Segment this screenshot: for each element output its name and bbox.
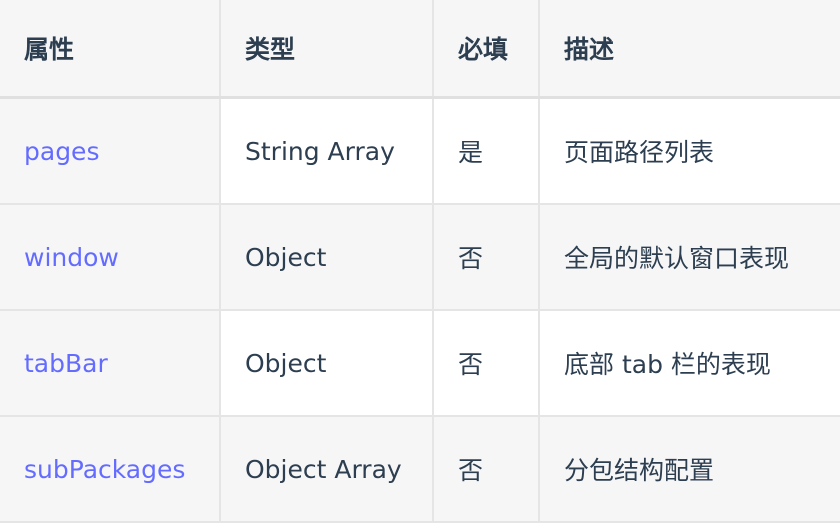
cell-required: 否: [433, 310, 540, 417]
cell-type: Object Array: [220, 416, 434, 523]
cell-type: String Array: [220, 97, 434, 205]
table-row: pages String Array 是 页面路径列表: [0, 97, 840, 205]
table-row: window Object 否 全局的默认窗口表现: [0, 204, 840, 311]
cell-description: 分包结构配置: [539, 416, 840, 523]
cell-property: pages: [0, 97, 221, 205]
cell-property: subPackages: [0, 416, 221, 523]
cell-required: 是: [433, 97, 540, 205]
cell-description: 全局的默认窗口表现: [539, 204, 840, 311]
table-body: pages String Array 是 页面路径列表 window Objec…: [0, 97, 840, 523]
properties-table: 属性 类型 必填 描述 pages String Array 是 页面路径列表 …: [0, 0, 840, 523]
header-required: 必填: [433, 0, 540, 99]
table-header: 属性 类型 必填 描述: [0, 0, 840, 99]
table-row: subPackages Object Array 否 分包结构配置: [0, 416, 840, 523]
cell-type: Object: [220, 204, 434, 311]
property-link-pages[interactable]: pages: [24, 137, 99, 166]
table-row: tabBar Object 否 底部 tab 栏的表现: [0, 310, 840, 417]
cell-description: 页面路径列表: [539, 97, 840, 205]
property-link-subpackages[interactable]: subPackages: [24, 455, 185, 484]
header-property: 属性: [0, 0, 221, 99]
header-description: 描述: [539, 0, 840, 99]
cell-type: Object: [220, 310, 434, 417]
cell-property: tabBar: [0, 310, 221, 417]
cell-property: window: [0, 204, 221, 311]
header-type: 类型: [220, 0, 434, 99]
cell-description: 底部 tab 栏的表现: [539, 310, 840, 417]
property-link-window[interactable]: window: [24, 243, 119, 272]
property-link-tabbar[interactable]: tabBar: [24, 349, 108, 378]
cell-required: 否: [433, 416, 540, 523]
cell-required: 否: [433, 204, 540, 311]
header-row: 属性 类型 必填 描述: [0, 0, 840, 99]
